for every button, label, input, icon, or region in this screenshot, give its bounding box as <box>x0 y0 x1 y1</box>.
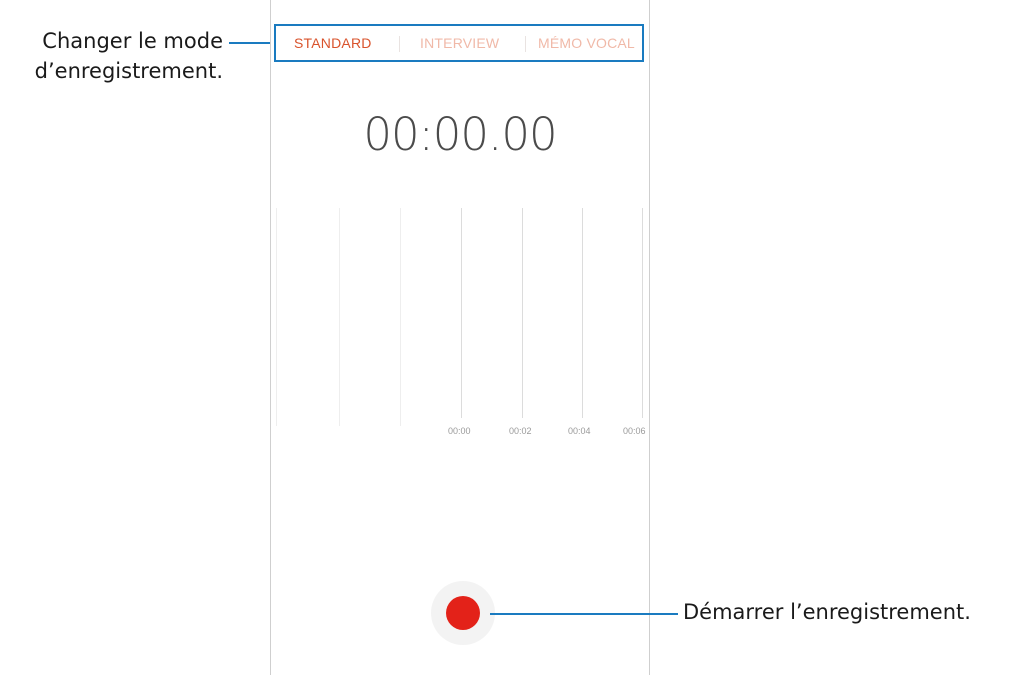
grid-line <box>582 208 583 418</box>
recording-mode-tabs: STANDARD INTERVIEW MÉMO VOCAL <box>274 24 644 62</box>
recording-timer: 00:00.00 <box>363 108 557 161</box>
callout-start-recording: Démarrer l’enregistrement. <box>683 600 971 624</box>
tab-separator <box>525 36 526 52</box>
grid-line <box>522 208 523 418</box>
tab-separator <box>399 36 400 52</box>
callout-line-mode <box>229 42 273 44</box>
grid-line <box>642 208 643 418</box>
grid-line <box>276 208 277 426</box>
callout-change-mode-line1: Changer le mode <box>42 29 223 53</box>
callout-line-record <box>490 613 678 615</box>
grid-line <box>339 208 340 426</box>
voice-recorder-screen: STANDARD INTERVIEW MÉMO VOCAL 00:00.00 0… <box>270 0 650 675</box>
record-icon <box>446 596 480 630</box>
waveform-timeline: 00:00 00:02 00:04 00:06 <box>276 208 648 448</box>
timeline-tick-label: 00:02 <box>509 426 532 436</box>
timeline-tick-label: 00:00 <box>448 426 471 436</box>
tab-interview[interactable]: INTERVIEW <box>420 26 499 60</box>
callout-change-mode-line2: d’enregistrement. <box>34 59 223 84</box>
tab-memo-vocal[interactable]: MÉMO VOCAL <box>538 26 635 60</box>
timeline-tick-label: 00:06 <box>623 426 646 436</box>
tab-standard[interactable]: STANDARD <box>294 26 372 60</box>
callout-change-mode: Changer le mode d’enregistrement. <box>35 26 223 87</box>
timeline-tick-label: 00:04 <box>568 426 591 436</box>
record-button[interactable] <box>431 581 495 645</box>
grid-line <box>400 208 401 426</box>
grid-line <box>461 208 462 418</box>
